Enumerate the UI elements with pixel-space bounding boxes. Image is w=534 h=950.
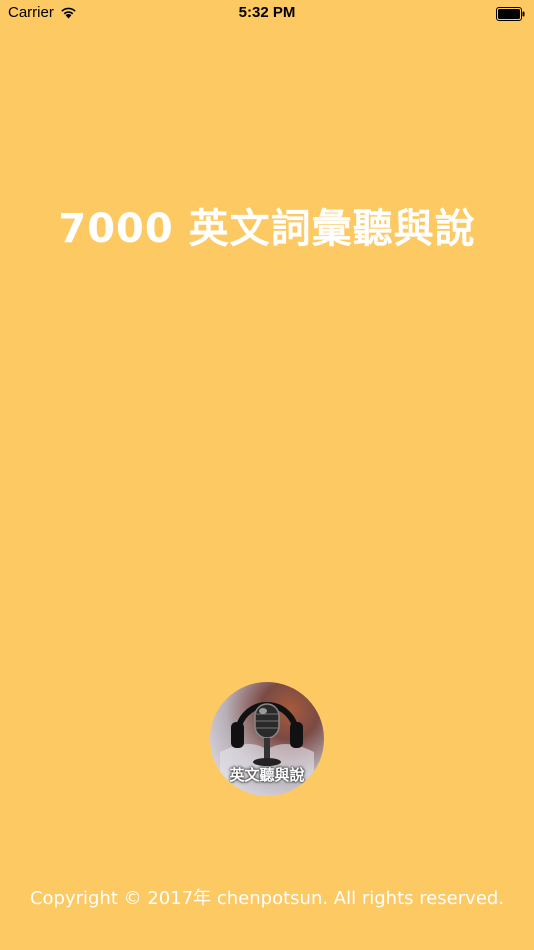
app-logo: 英文聽與說: [210, 682, 324, 796]
logo-label: 英文聽與說: [229, 766, 305, 784]
status-time: 5:32 PM: [238, 4, 296, 21]
app-title: 7000 英文詞彙聽與說: [58, 206, 476, 252]
battery-icon: [496, 7, 525, 21]
copyright-text: Copyright © 2017年 chenpotsun. All rights…: [29, 888, 505, 909]
status-bar: Carrier 5:32 PM: [0, 0, 534, 28]
